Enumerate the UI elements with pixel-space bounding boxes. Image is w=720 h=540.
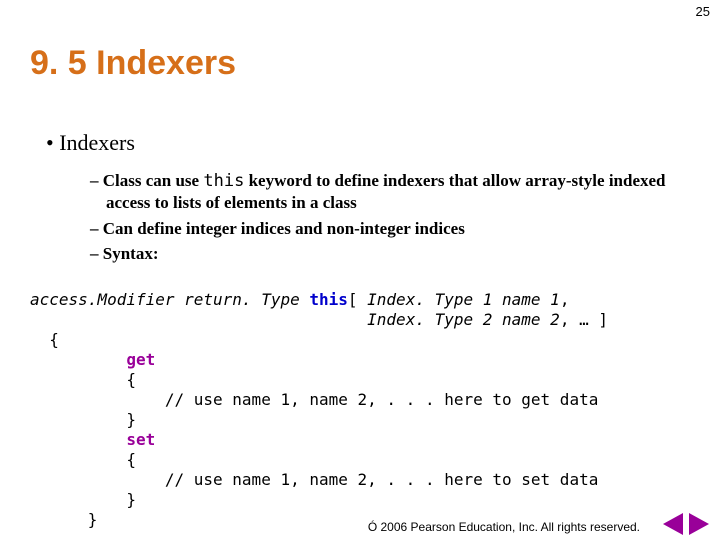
b2-0-pre: Class can use bbox=[103, 171, 204, 190]
code-l1t1: Index. Type 1 name 1 bbox=[367, 290, 560, 309]
bullet-level2-2: Syntax: bbox=[90, 243, 690, 264]
bullet-level1: Indexers bbox=[46, 130, 690, 156]
code-get: get bbox=[126, 350, 155, 369]
prev-button-wrap[interactable] bbox=[662, 512, 684, 536]
code-block: access.Modifier return. Type this[ Index… bbox=[30, 290, 700, 530]
code-l3: { bbox=[30, 330, 59, 349]
code-l8pad bbox=[30, 430, 126, 449]
code-l6: // use name 1, name 2, . . . here to get… bbox=[30, 390, 598, 409]
page-number: 25 bbox=[696, 4, 710, 19]
code-this: this bbox=[309, 290, 348, 309]
code-l4pad bbox=[30, 350, 126, 369]
nav-buttons bbox=[662, 512, 710, 536]
code-l12: } bbox=[30, 510, 97, 529]
copyright-footer: Ó 2006 Pearson Education, Inc. All right… bbox=[368, 520, 640, 534]
bullet-level2-0: Class can use this keyword to define ind… bbox=[90, 170, 690, 214]
code-l1b: [ bbox=[348, 290, 367, 309]
code-l7: } bbox=[30, 410, 136, 429]
next-icon bbox=[689, 513, 709, 535]
b2-1-pre: Can define integer indices and non-integ… bbox=[103, 219, 465, 238]
content-area: Indexers Class can use this keyword to d… bbox=[46, 130, 690, 268]
code-l2b: , … ] bbox=[560, 310, 608, 329]
code-l1c: , bbox=[560, 290, 570, 309]
slide-title: 9. 5 Indexers bbox=[30, 44, 236, 83]
b2-2-pre: Syntax: bbox=[103, 244, 159, 263]
code-l11: } bbox=[30, 490, 136, 509]
code-l2pad bbox=[30, 310, 367, 329]
next-button-wrap[interactable] bbox=[688, 512, 710, 536]
bullet-level2-1: Can define integer indices and non-integ… bbox=[90, 218, 690, 239]
code-set: set bbox=[126, 430, 155, 449]
prev-icon bbox=[663, 513, 683, 535]
code-l9: { bbox=[30, 450, 136, 469]
code-l10: // use name 1, name 2, . . . here to set… bbox=[30, 470, 598, 489]
code-l5: { bbox=[30, 370, 136, 389]
code-l2t2: Index. Type 2 name 2 bbox=[367, 310, 560, 329]
code-l1a: access.Modifier return. Type bbox=[30, 290, 309, 309]
b2-0-code: this bbox=[203, 171, 244, 191]
